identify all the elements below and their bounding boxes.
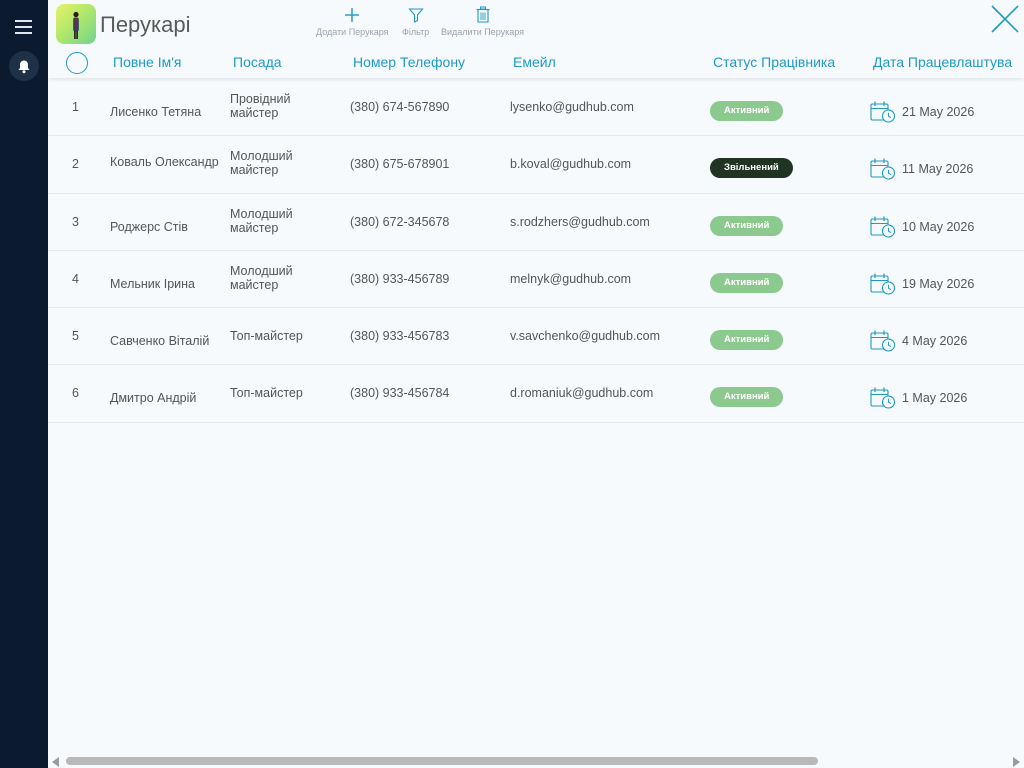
bell-icon: [18, 60, 30, 73]
main-panel: Перукарі Додати Перукаря Фільтр Видалити…: [48, 0, 1024, 768]
add-barber-label: Додати Перукаря: [316, 27, 389, 37]
employee-email: lysenko@gudhub.com: [510, 100, 634, 114]
employee-position: Молодший майстер: [230, 206, 293, 235]
column-header-phone[interactable]: Номер Телефону: [353, 54, 465, 70]
employee-email: b.koval@gudhub.com: [510, 157, 632, 172]
employee-phone: (380) 933-456783: [350, 329, 450, 344]
hire-date: 1 May 2026: [902, 391, 968, 406]
filter-button[interactable]: Фільтр: [402, 4, 429, 37]
close-icon[interactable]: [990, 4, 1020, 34]
table-row[interactable]: 6 Дмитро Андрій Топ-майстер (380) 933-45…: [48, 365, 1024, 423]
table-header: Повне Ім'я Посада Номер Телефону Емейл С…: [48, 46, 1024, 78]
column-header-position[interactable]: Посада: [233, 54, 282, 70]
table-row[interactable]: 3 Роджерс Стів Молодший майстер (380) 67…: [48, 194, 1024, 251]
employee-position: Провідний майстер: [230, 92, 291, 120]
employee-phone: (380) 672-345678: [350, 214, 450, 229]
employee-email: melnyk@gudhub.com: [510, 271, 632, 286]
calendar-clock-icon: [870, 158, 896, 180]
scroll-right-arrow-icon[interactable]: [1013, 757, 1020, 767]
calendar-clock-icon: [870, 216, 896, 238]
employee-phone: (380) 675-678901: [350, 157, 450, 172]
column-header-full-name[interactable]: Повне Ім'я: [113, 54, 181, 70]
employee-phone: (380) 674-567890: [350, 100, 450, 114]
employee-phone: (380) 933-456784: [350, 386, 450, 401]
table-row[interactable]: 5 Савченко Віталій Топ-майстер (380) 933…: [48, 308, 1024, 366]
table-row[interactable]: 1 Лисенко Тетяна Провідний майстер (380)…: [48, 79, 1024, 137]
row-number: 3: [72, 214, 79, 229]
status-badge: Активний: [710, 330, 784, 351]
employee-name: Мельник Ірина: [110, 276, 195, 291]
row-number: 1: [72, 100, 79, 114]
plus-icon: [345, 8, 360, 22]
calendar-clock-icon: [870, 387, 896, 410]
hire-date: 4 May 2026: [902, 334, 968, 349]
hire-date: 11 May 2026: [902, 162, 974, 177]
row-number: 2: [72, 157, 79, 172]
column-header-status[interactable]: Статус Працівника: [713, 54, 835, 70]
hire-date: 19 May 2026: [902, 276, 975, 291]
employee-name: Роджерс Стів: [110, 219, 188, 234]
table-row[interactable]: 4 Мельник Ірина Молодший майстер (380) 9…: [48, 251, 1024, 309]
horizontal-scrollbar[interactable]: [48, 754, 1024, 768]
notifications-button[interactable]: [9, 51, 39, 81]
employee-name: Лисенко Тетяна: [110, 105, 202, 119]
employee-phone: (380) 933-456789: [350, 271, 450, 286]
sidebar: [0, 0, 48, 768]
funnel-icon: [407, 8, 424, 23]
employee-position: Молодший майстер: [230, 149, 293, 178]
table-row[interactable]: 2 Коваль Олександр Молодший майстер (380…: [48, 136, 1024, 194]
status-badge: Активний: [710, 272, 784, 293]
add-barber-button[interactable]: Додати Перукаря: [316, 4, 389, 37]
hire-date: 10 May 2026: [902, 219, 975, 234]
status-badge: Активний: [710, 101, 784, 121]
status-badge: Активний: [710, 215, 784, 236]
employee-email: d.romaniuk@gudhub.com: [510, 386, 654, 401]
row-number: 6: [72, 386, 79, 401]
table-body: 1 Лисенко Тетяна Провідний майстер (380)…: [48, 79, 1024, 423]
employee-position: Молодший майстер: [230, 263, 293, 292]
calendar-clock-icon: [870, 330, 896, 352]
scroll-left-arrow-icon[interactable]: [52, 757, 59, 767]
trash-icon: [476, 6, 489, 23]
calendar-clock-icon: [870, 101, 896, 123]
delete-barber-button[interactable]: Видалити Перукаря: [441, 4, 524, 37]
hamburger-icon[interactable]: [15, 20, 32, 34]
employee-position: Топ-майстер: [230, 329, 303, 344]
employee-name: Коваль Олександр: [110, 155, 219, 170]
delete-barber-label: Видалити Перукаря: [441, 27, 525, 37]
employee-email: v.savchenko@gudhub.com: [510, 329, 661, 344]
row-number: 4: [72, 271, 79, 286]
employee-name: Дмитро Андрій: [110, 391, 197, 406]
calendar-clock-icon: [870, 273, 896, 295]
column-header-email[interactable]: Емейл: [513, 54, 556, 70]
column-header-hire-date[interactable]: Дата Працевлаштува: [873, 54, 1012, 70]
status-badge: Активний: [710, 387, 784, 408]
scrollbar-thumb[interactable]: [66, 757, 818, 765]
app-icon: [56, 4, 96, 44]
employee-name: Савченко Віталій: [110, 334, 210, 349]
filter-label: Фільтр: [402, 27, 430, 37]
hire-date: 21 May 2026: [902, 105, 975, 119]
status-badge: Звільнений: [710, 158, 793, 179]
select-all-checkbox[interactable]: [66, 52, 88, 74]
row-number: 5: [72, 329, 79, 344]
employee-email: s.rodzhers@gudhub.com: [510, 214, 650, 229]
employee-position: Топ-майстер: [230, 386, 303, 401]
page-title: Перукарі: [100, 12, 191, 37]
